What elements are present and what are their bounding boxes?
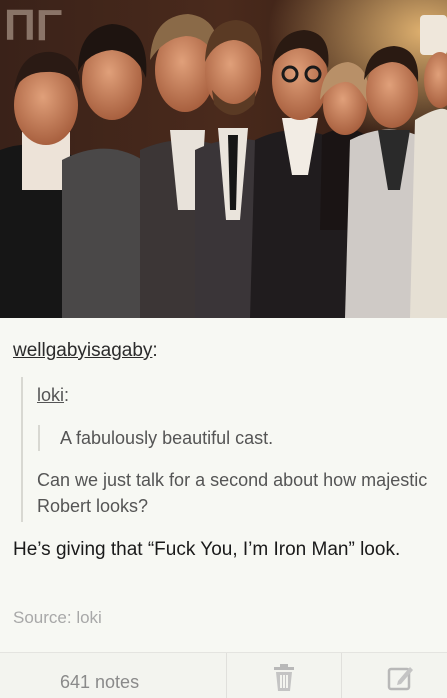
cast-photo-illustration: ΠΓ [0,0,447,318]
post-footer: 641 notes [0,652,447,698]
post-photo[interactable]: ΠΓ [0,0,447,318]
source-link[interactable]: loki [76,608,102,627]
quote-body-text: Can we just talk for a second about how … [37,470,428,516]
notes-count[interactable]: 641 notes [60,672,139,693]
reblog-quote: loki: A fabulously beautiful cast. Can w… [21,377,433,522]
edit-icon[interactable] [386,663,414,693]
quote-source-line: loki: [37,385,69,406]
quote-source-colon: : [64,385,70,405]
svg-text:ΠΓ: ΠΓ [4,1,62,50]
reblogger-link[interactable]: wellgabyisagaby [13,340,152,361]
reblogger-colon: : [152,340,158,361]
nested-quote: A fabulously beautiful cast. [38,425,273,451]
footer-divider [341,653,342,698]
reblogger-line: wellgabyisagaby: [13,340,158,362]
reblog-comment: He’s giving that “Fuck You, I’m Iron Man… [13,539,401,560]
quote-source-link[interactable]: loki [37,385,64,405]
trash-icon[interactable] [270,663,298,693]
footer-divider [226,653,227,698]
post-source: Source: loki [13,608,102,628]
source-label: Source: [13,608,72,627]
tumblr-post: ΠΓ wellgabyisagaby: loki: A fabulously b… [0,0,447,698]
